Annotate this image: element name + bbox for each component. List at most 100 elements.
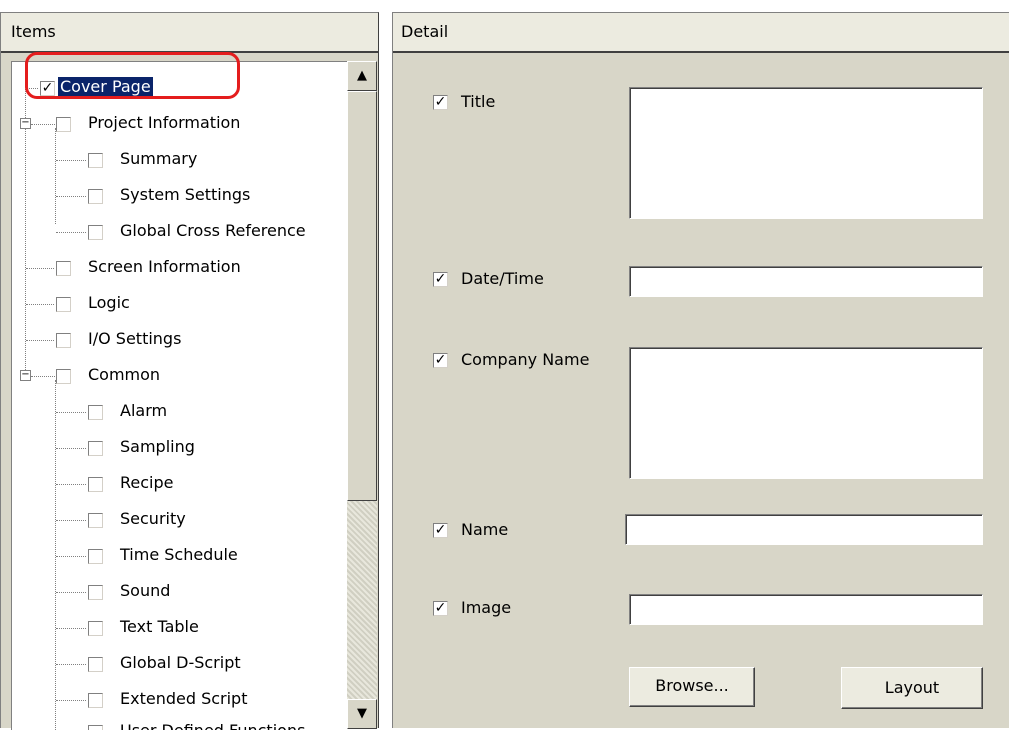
tree-checkbox[interactable]	[88, 225, 103, 240]
tree-line	[26, 268, 54, 269]
tree-item-sound[interactable]: Sound	[12, 578, 348, 608]
tree-item-label: Screen Information	[88, 257, 241, 276]
tree-line	[56, 484, 86, 485]
tree-item-global-d-script[interactable]: Global D-Script	[12, 650, 348, 680]
datetime-label: Date/Time	[461, 269, 544, 288]
tree-checkbox[interactable]	[88, 693, 103, 708]
tree-item-label: Sampling	[120, 437, 195, 456]
tree-line	[56, 160, 86, 161]
tree-checkbox[interactable]	[88, 441, 103, 456]
layout-button[interactable]: Layout	[841, 667, 983, 709]
image-label: Image	[461, 598, 512, 617]
tree-item-label: Time Schedule	[120, 545, 238, 564]
image-checkbox[interactable]: ✓	[433, 601, 448, 616]
tree-line	[56, 628, 86, 629]
tree-item-label: Text Table	[120, 617, 199, 636]
tree-line	[56, 196, 86, 197]
name-label: Name	[461, 520, 509, 539]
company-name-field[interactable]	[629, 347, 983, 479]
tree-scrollbar[interactable]: ▲ ▼	[347, 61, 377, 729]
tree-checkbox[interactable]	[56, 333, 71, 348]
tree-item-label: Extended Script	[120, 689, 248, 708]
tree-item-screen-information[interactable]: Screen Information	[12, 254, 348, 284]
scroll-up-button[interactable]: ▲	[347, 61, 377, 91]
collapse-icon[interactable]: −	[20, 118, 31, 129]
tree-item-common[interactable]: − Common	[12, 362, 348, 392]
name-field[interactable]	[625, 514, 983, 545]
tree-line	[56, 700, 86, 701]
tree-item-security[interactable]: Security	[12, 506, 348, 536]
company-name-label: Company Name	[461, 350, 590, 369]
tree-item-label: Sound	[120, 581, 171, 600]
items-tree: ✓ Cover Page − Project Information Summa…	[11, 61, 348, 730]
tree-item-time-schedule[interactable]: Time Schedule	[12, 542, 348, 572]
tree-line	[26, 340, 54, 341]
name-checkbox[interactable]: ✓	[433, 523, 448, 538]
image-field[interactable]	[629, 594, 983, 625]
annotation-highlight	[25, 52, 240, 99]
tree-line	[26, 304, 54, 305]
items-panel: Items ✓ Cover Page − Project Information…	[0, 12, 379, 730]
tree-checkbox[interactable]	[88, 189, 103, 204]
tree-item-user-defined-functions[interactable]: User Defined Functions	[12, 718, 348, 730]
tree-line	[56, 412, 86, 413]
tree-checkbox[interactable]	[88, 405, 103, 420]
tree-line	[56, 232, 86, 233]
tree-item-io-settings[interactable]: I/O Settings	[12, 326, 348, 356]
tree-item-global-cross-reference[interactable]: Global Cross Reference	[12, 218, 348, 248]
tree-item-alarm[interactable]: Alarm	[12, 398, 348, 428]
title-checkbox[interactable]: ✓	[433, 95, 448, 110]
browse-button[interactable]: Browse...	[629, 667, 755, 707]
collapse-icon[interactable]: −	[20, 370, 31, 381]
tree-item-label: Global Cross Reference	[120, 221, 306, 240]
items-header: Items	[1, 13, 378, 53]
tree-checkbox[interactable]	[88, 585, 103, 600]
tree-checkbox[interactable]	[56, 117, 71, 132]
tree-checkbox[interactable]	[88, 549, 103, 564]
tree-item-text-table[interactable]: Text Table	[12, 614, 348, 644]
datetime-field[interactable]	[629, 266, 983, 297]
tree-item-label: Global D-Script	[120, 653, 241, 672]
title-label: Title	[461, 92, 496, 111]
tree-item-label: Recipe	[120, 473, 174, 492]
tree-checkbox[interactable]	[56, 369, 71, 384]
tree-item-logic[interactable]: Logic	[12, 290, 348, 320]
tree-checkbox[interactable]	[56, 261, 71, 276]
tree-checkbox[interactable]	[56, 297, 71, 312]
tree-item-label: Logic	[88, 293, 130, 312]
tree-item-label: Project Information	[88, 113, 241, 132]
tree-item-label: User Defined Functions	[120, 721, 305, 730]
tree-item-project-information[interactable]: − Project Information	[12, 110, 348, 140]
scroll-down-button[interactable]: ▼	[347, 699, 377, 729]
tree-checkbox[interactable]	[88, 513, 103, 528]
tree-checkbox[interactable]	[88, 477, 103, 492]
tree-item-label: I/O Settings	[88, 329, 182, 348]
scroll-track[interactable]	[347, 501, 377, 699]
tree-line	[56, 448, 86, 449]
scroll-thumb[interactable]	[347, 91, 377, 501]
tree-item-system-settings[interactable]: System Settings	[12, 182, 348, 212]
tree-line	[56, 664, 86, 665]
datetime-checkbox[interactable]: ✓	[433, 272, 448, 287]
tree-item-label: Common	[88, 365, 161, 384]
company-name-checkbox[interactable]: ✓	[433, 353, 448, 368]
tree-checkbox[interactable]	[88, 657, 103, 672]
tree-line	[56, 592, 86, 593]
tree-line	[56, 556, 86, 557]
tree-item-label: System Settings	[120, 185, 251, 204]
tree-line	[56, 520, 86, 521]
tree-item-label: Summary	[120, 149, 198, 168]
detail-header: Detail	[393, 13, 1009, 53]
tree-item-sampling[interactable]: Sampling	[12, 434, 348, 464]
tree-item-summary[interactable]: Summary	[12, 146, 348, 176]
tree-line	[31, 376, 55, 377]
detail-panel: Detail ✓ Title ✓ Date/Time ✓ Company Nam…	[392, 12, 1009, 728]
tree-item-extended-script[interactable]: Extended Script	[12, 686, 348, 716]
tree-item-label: Alarm	[120, 401, 168, 420]
tree-item-recipe[interactable]: Recipe	[12, 470, 348, 500]
tree-item-label: Security	[120, 509, 186, 528]
tree-line	[31, 124, 55, 125]
tree-checkbox[interactable]	[88, 153, 103, 168]
title-field[interactable]	[629, 87, 983, 219]
tree-checkbox[interactable]	[88, 621, 103, 636]
